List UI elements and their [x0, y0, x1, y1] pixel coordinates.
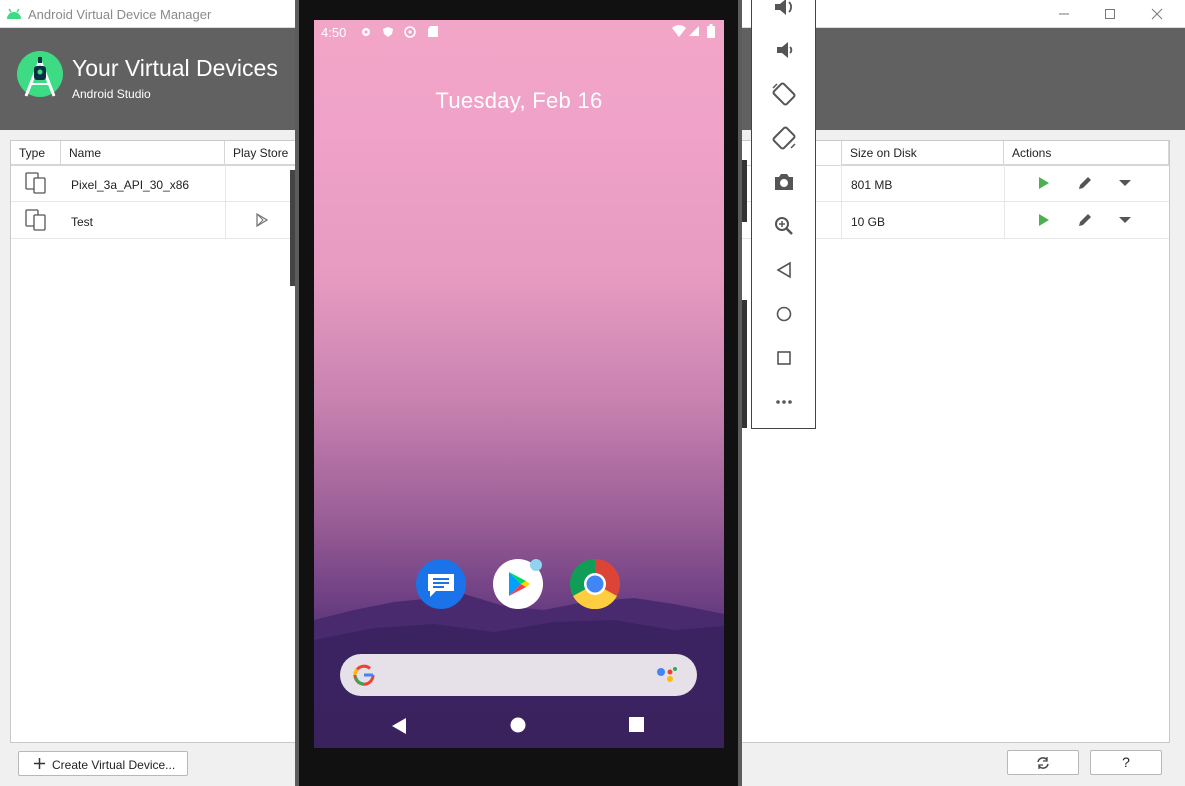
- nav-home-icon[interactable]: [510, 717, 526, 733]
- emulator-screen[interactable]: 4:50 Tuesday, Feb 16: [314, 20, 724, 748]
- maximize-icon: [1105, 9, 1115, 19]
- refresh-icon: [1037, 757, 1049, 769]
- column-header-size[interactable]: Size on Disk: [841, 141, 1004, 165]
- page-title: Your Virtual Devices: [72, 55, 278, 81]
- android-studio-logo: [17, 51, 63, 97]
- page-subtitle: Android Studio: [72, 87, 151, 101]
- more-icon[interactable]: [769, 387, 799, 417]
- signal-icon: [689, 26, 699, 36]
- play-store-app-icon[interactable]: [493, 559, 543, 609]
- nav-back-icon[interactable]: [391, 717, 407, 735]
- nav-overview-icon[interactable]: [629, 717, 644, 732]
- home-icon[interactable]: [769, 299, 799, 329]
- nav-bar: [314, 706, 724, 748]
- minimize-button[interactable]: [1049, 3, 1079, 25]
- play-store-icon: [256, 213, 269, 227]
- shield-icon: [383, 27, 393, 37]
- plus-icon: [34, 758, 45, 769]
- camera-icon[interactable]: [769, 167, 799, 197]
- data-saver-icon: [404, 26, 416, 38]
- launch-icon[interactable]: [1037, 176, 1051, 190]
- create-button-label: Create Virtual Device...: [52, 758, 176, 772]
- device-type-icon: [25, 209, 46, 231]
- close-button[interactable]: [1142, 3, 1172, 25]
- column-header-type[interactable]: Type: [11, 141, 61, 165]
- window-title: Android Virtual Device Manager: [28, 7, 212, 22]
- volume-up-icon[interactable]: [769, 0, 799, 22]
- device-name: Pixel_3a_API_30_x86: [71, 178, 190, 192]
- sd-card-icon: [428, 26, 438, 37]
- back-icon[interactable]: [769, 255, 799, 285]
- status-time: 4:50: [321, 25, 347, 40]
- device-size: 10 GB: [851, 215, 886, 229]
- column-header-actions[interactable]: Actions: [1004, 141, 1169, 165]
- emulator-toolbar: [751, 0, 816, 429]
- minimize-icon: [1059, 13, 1069, 15]
- refresh-button[interactable]: [1007, 750, 1079, 775]
- messages-app-icon[interactable]: [416, 559, 466, 609]
- device-size: 801 MB: [851, 178, 893, 192]
- google-search-bar[interactable]: [340, 654, 697, 696]
- android-icon: [7, 8, 21, 19]
- rotate-right-icon[interactable]: [769, 123, 799, 153]
- settings-icon: [362, 28, 370, 36]
- rotate-left-icon[interactable]: [769, 79, 799, 109]
- status-bar: 4:50: [314, 20, 724, 44]
- device-name: Test: [71, 215, 94, 229]
- edit-icon[interactable]: [1077, 175, 1093, 191]
- overview-icon[interactable]: [769, 343, 799, 373]
- wifi-icon: [672, 25, 686, 37]
- edit-icon[interactable]: [1077, 212, 1093, 228]
- date-widget[interactable]: Tuesday, Feb 16: [314, 88, 724, 114]
- google-g-icon: [353, 664, 375, 686]
- battery-icon: [707, 24, 715, 38]
- help-button[interactable]: ?: [1090, 750, 1162, 775]
- device-type-icon: [25, 172, 46, 194]
- volume-down-icon[interactable]: [769, 35, 799, 65]
- launch-icon[interactable]: [1037, 213, 1051, 227]
- chrome-app-icon[interactable]: [569, 558, 620, 610]
- chevron-down-icon[interactable]: [1118, 178, 1132, 188]
- close-icon: [1151, 8, 1163, 20]
- assistant-icon[interactable]: [656, 665, 678, 685]
- chevron-down-icon[interactable]: [1118, 215, 1132, 225]
- zoom-icon[interactable]: [769, 211, 799, 241]
- column-header-name[interactable]: Name: [61, 141, 225, 165]
- create-virtual-device-button[interactable]: Create Virtual Device...: [18, 751, 188, 776]
- maximize-button[interactable]: [1095, 3, 1125, 25]
